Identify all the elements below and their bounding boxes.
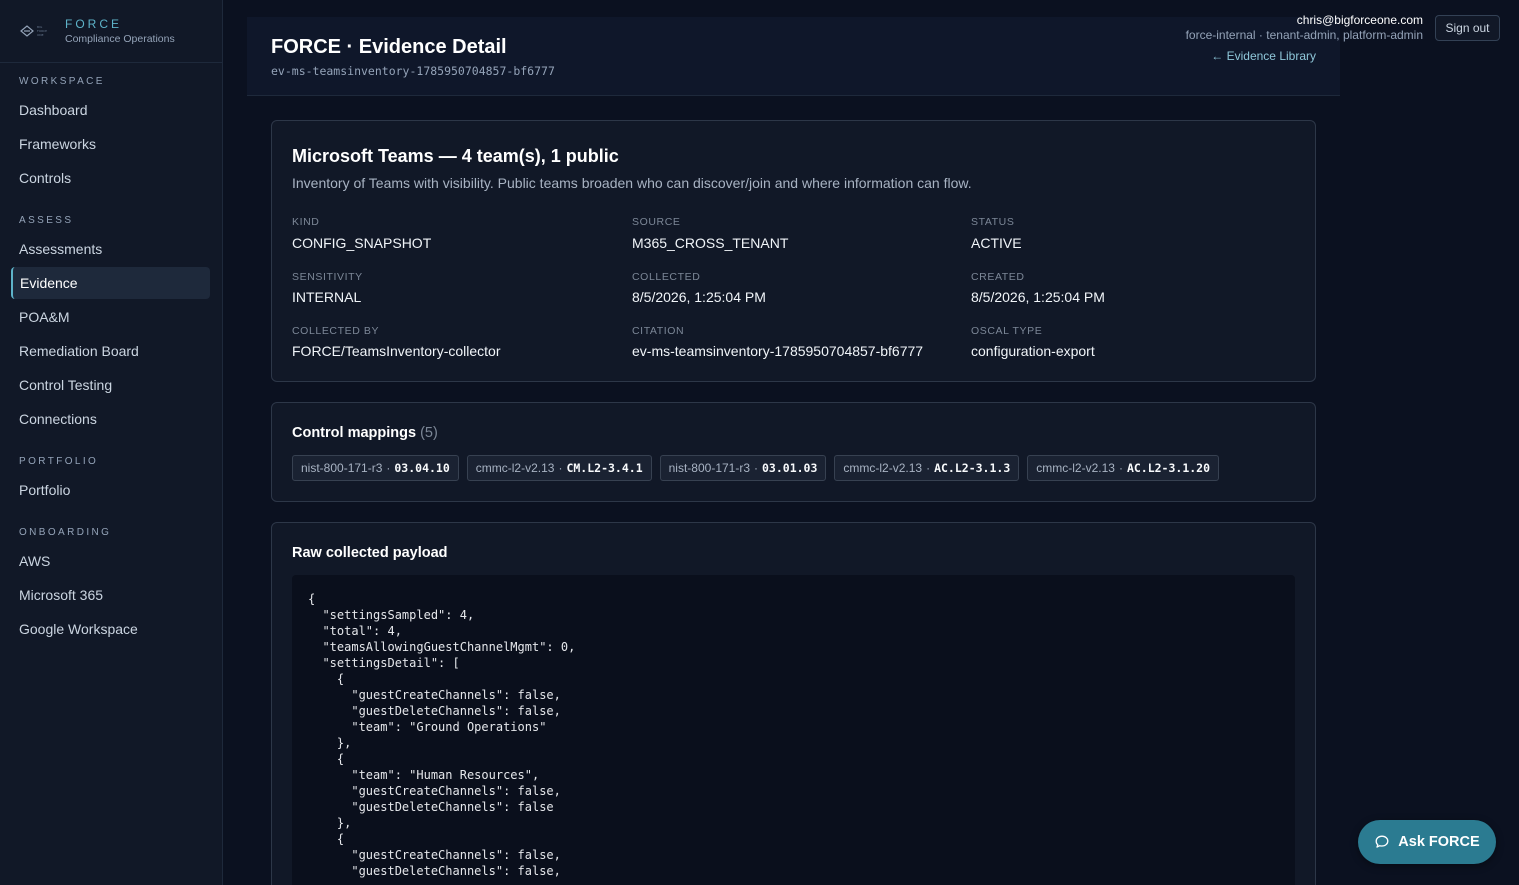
raw-payload-code[interactable]: { "settingsSampled": 4, "total": 4, "tea…: [292, 575, 1295, 885]
mapping-separator: ·: [1118, 461, 1123, 475]
sidebar-item-google-workspace[interactable]: Google Workspace: [11, 613, 210, 645]
field-label-collected-by: COLLECTED BY: [292, 325, 380, 337]
mapping-separator: ·: [754, 461, 758, 475]
mapping-framework: cmmc-l2-v2.13: [843, 461, 923, 475]
brand-subtitle: Compliance Operations: [65, 32, 175, 45]
sidebar: BIG FORCE ONE FORCE Compliance Operations …: [0, 0, 223, 885]
field-label-collected: COLLECTED: [632, 271, 701, 283]
sidebar-item-control-testing[interactable]: Control Testing: [11, 369, 210, 401]
sign-out-button[interactable]: Sign out: [1435, 15, 1500, 41]
sidebar-item-controls[interactable]: Controls: [11, 162, 210, 194]
sidebar-item-microsoft-365[interactable]: Microsoft 365: [11, 579, 210, 611]
mapping-framework: cmmc-l2-v2.13: [1036, 461, 1115, 475]
mapping-control: 03.01.03: [762, 461, 818, 475]
sidebar-item-portfolio[interactable]: Portfolio: [11, 474, 210, 506]
mapping-framework: nist-800-171-r3: [301, 461, 383, 475]
control-mappings-label: Control mappings: [292, 425, 417, 441]
field-value-oscal-type: configuration-export: [971, 343, 1095, 359]
field-value-source: M365_CROSS_TENANT: [632, 235, 789, 251]
evidence-library-link[interactable]: ← Evidence Library: [1211, 49, 1316, 63]
user-roles: force-internal · tenant-admin, platform-…: [1185, 28, 1423, 42]
sidebar-item-assessments[interactable]: Assessments: [11, 233, 210, 265]
mapping-separator: ·: [386, 461, 391, 475]
evidence-id: ev-ms-teamsinventory-1785950704857-bf677…: [271, 64, 555, 78]
raw-payload-title: Raw collected payload: [292, 545, 448, 561]
mapping-chip[interactable]: cmmc-l2-v2.13 · AC.L2-3.1.20: [1027, 455, 1220, 481]
mapping-chip[interactable]: cmmc-l2-v2.13 · AC.L2-3.1.3: [834, 455, 1020, 481]
control-mappings-title: Control mappings (5): [292, 425, 438, 441]
field-label-citation: CITATION: [632, 325, 685, 337]
brand-name: FORCE: [65, 16, 122, 31]
field-value-collected: 8/5/2026, 1:25:04 PM: [632, 289, 766, 305]
sidebar-item-frameworks[interactable]: Frameworks: [11, 128, 210, 160]
page-header: FORCE · Evidence Detail ev-ms-teamsinven…: [247, 17, 1340, 96]
mapping-control: 03.04.10: [394, 461, 450, 475]
mapping-chip[interactable]: nist-800-171-r3 · 03.01.03: [659, 455, 827, 481]
field-label-kind: KIND: [292, 216, 320, 228]
nav-section-portfolio: PORTFOLIO: [19, 456, 99, 467]
mapping-control: CM.L2-3.4.1: [566, 461, 643, 475]
evidence-title: Microsoft Teams — 4 team(s), 1 public: [292, 146, 619, 166]
field-label-status: STATUS: [971, 216, 1015, 228]
control-mappings-card: Control mappings (5) nist-800-171-r3 · 03.…: [271, 402, 1316, 502]
field-value-status: ACTIVE: [971, 235, 1022, 251]
nav-section-onboarding: ONBOARDING: [19, 527, 112, 538]
mapping-chip[interactable]: cmmc-l2-v2.13 · CM.L2-3.4.1: [466, 455, 652, 481]
field-label-sensitivity: SENSITIVITY: [292, 271, 363, 283]
control-mappings-count: (5): [420, 425, 438, 441]
force-logo-icon: BIG FORCE ONE: [20, 21, 56, 41]
field-value-citation: ev-ms-teamsinventory-1785950704857-bf677…: [632, 343, 924, 359]
field-value-kind: CONFIG_SNAPSHOT: [292, 235, 432, 251]
nav-section-workspace: WORKSPACE: [19, 76, 105, 87]
chat-bubble-icon: [1375, 835, 1389, 848]
brand[interactable]: BIG FORCE ONE FORCE Compliance Operations: [0, 0, 222, 63]
ask-force-button[interactable]: Ask FORCE: [1358, 820, 1496, 864]
field-value-collected-by: FORCE/TeamsInventory-collector: [292, 343, 501, 359]
field-value-sensitivity: INTERNAL: [292, 289, 362, 305]
mapping-separator: ·: [926, 461, 931, 475]
sidebar-item-aws[interactable]: AWS: [11, 545, 210, 577]
mapping-control: AC.L2-3.1.20: [1126, 461, 1211, 475]
sidebar-item-poam[interactable]: POA&M: [11, 301, 210, 333]
field-label-created: CREATED: [971, 271, 1025, 283]
sidebar-item-evidence[interactable]: Evidence: [11, 267, 210, 299]
control-mapping-chips: nist-800-171-r3 · 03.04.10 cmmc-l2-v2.13 · C…: [292, 455, 1220, 481]
ask-force-label: Ask FORCE: [1398, 834, 1480, 850]
mapping-framework: cmmc-l2-v2.13: [475, 461, 555, 475]
sidebar-item-dashboard[interactable]: Dashboard: [11, 94, 210, 126]
evidence-description: Inventory of Teams with visibility. Publ…: [292, 175, 972, 191]
sidebar-item-connections[interactable]: Connections: [11, 403, 210, 435]
evidence-summary-card: Microsoft Teams — 4 team(s), 1 public In…: [271, 120, 1316, 382]
raw-payload-text: { "settingsSampled": 4, "total": 4, "tea…: [308, 592, 576, 878]
page-title: FORCE · Evidence Detail: [271, 36, 507, 58]
raw-payload-card: Raw collected payload { "settingsSampled…: [271, 522, 1316, 885]
user-email: chris@bigforceone.com: [1296, 13, 1423, 27]
mapping-chip[interactable]: nist-800-171-r3 · 03.04.10: [292, 455, 459, 481]
mapping-control: AC.L2-3.1.3: [934, 461, 1011, 475]
field-label-oscal-type: OSCAL TYPE: [971, 325, 1043, 337]
nav-section-assess: ASSESS: [19, 215, 74, 226]
mapping-framework: nist-800-171-r3: [668, 461, 750, 475]
mapping-separator: ·: [558, 461, 563, 475]
field-label-source: SOURCE: [632, 216, 681, 228]
sidebar-item-remediation-board[interactable]: Remediation Board: [11, 335, 210, 367]
field-value-created: 8/5/2026, 1:25:04 PM: [971, 289, 1105, 305]
